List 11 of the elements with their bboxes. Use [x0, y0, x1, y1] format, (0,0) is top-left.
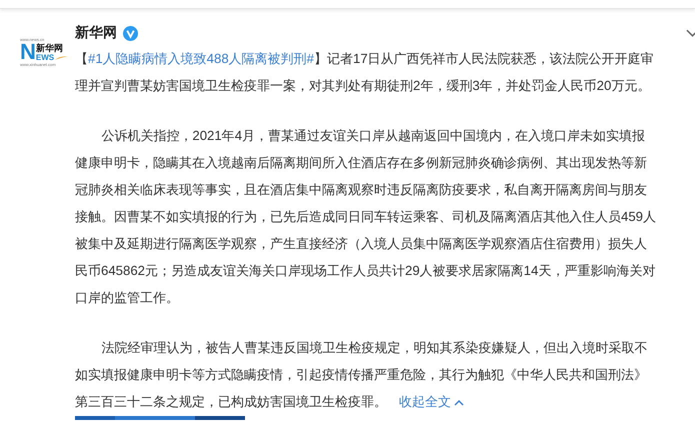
logo-brand: 新华网	[36, 43, 64, 53]
post-paragraph: 法院经审理认为，被告人曹某违反国境卫生检疫规定，明知其系染疫嫌疑人，但出入境时采取不如实填报健康申明卡等方式隐瞒疫情，引起疫情传播严重危险，其行为触犯《中华人民共和国刑法》第三百三十二条之规定，已构成妨害国境卫生检疫罪。 收起全文	[75, 339, 648, 411]
logo-letters: EWS	[36, 53, 54, 62]
caret-up-icon	[454, 399, 464, 406]
swoosh-icon	[54, 54, 68, 60]
post-paragraph: 【#1人隐瞒病情入境致488人隔离被判刑#】记者17日从广西凭祥市人民法院获悉，该法院公开开庭审理并宣判曹某妨害国境卫生检疫罪一案，对其判处有期徒刑2年，缓刑3年，并处罚金人民币20万元。	[75, 50, 655, 95]
hashtag-link[interactable]: #1人隐瞒病情入境致488人隔离被判刑#	[88, 51, 314, 66]
collapse-link[interactable]: 收起全文	[399, 394, 464, 409]
post-paragraph: 公诉机关指控，2021年4月，曹某通过友谊关口岸从越南返回中国境内，在入境口岸未如实填报健康申明卡，隐瞒其在入境越南后隔离期间所入住酒店存在多例新冠肺炎确诊病例、其出现发热等新冠肺炎相关临床表现等事实，且在酒店集中隔离观察时违反隔离防疫要求，私自离开隔离房间与朋友接触。因曹某不如实填报的行为，已先后造成同日同车转运乘客、司机及隔离酒店其他入住人员459人被集中及延期进行隔离医学观察，产生直接经济（入境人员集中隔离医学观察酒店住宿费用）损失人民币645862元；另造成友谊关海关口岸现场工作人员共计29人被要求居家隔离14天，严重影响海关对口岸的监管工作。	[75, 127, 657, 307]
logo-letter: N	[20, 42, 36, 62]
author-name[interactable]: 新华网	[75, 24, 117, 42]
